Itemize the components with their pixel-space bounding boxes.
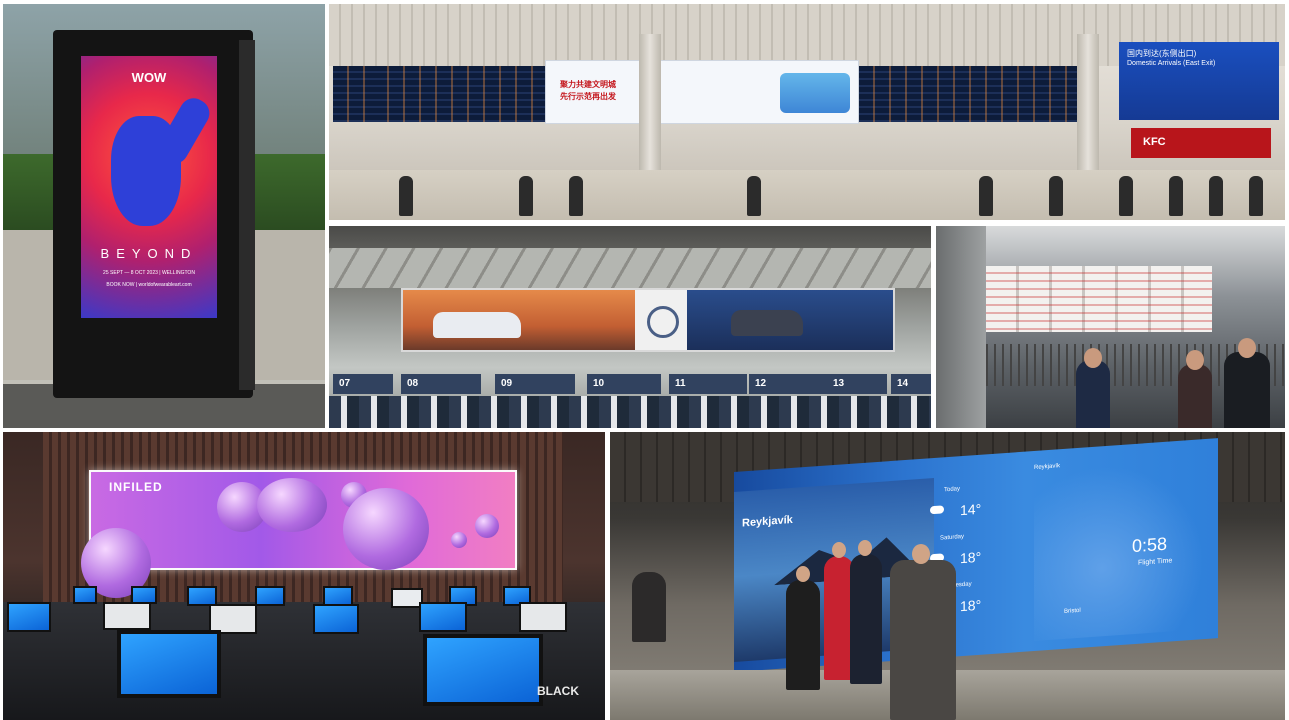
person	[890, 560, 956, 720]
map-destination-label: Bristol	[1064, 607, 1081, 615]
bus-shelter-photo: WOW BEYOND 25 SEPT — 8 OCT 2023 | WELLIN…	[3, 4, 325, 428]
monitor	[73, 586, 97, 604]
flight-board	[373, 66, 545, 122]
counter-sign: 12	[749, 374, 827, 394]
person-head	[858, 540, 872, 556]
person	[1169, 176, 1183, 216]
led-video-wall: INFILED	[81, 470, 517, 598]
forecast-day-2: Saturday	[940, 533, 965, 542]
banner-city-illustration	[780, 73, 850, 113]
flight-board	[859, 66, 1079, 122]
monitor	[187, 586, 217, 606]
counter-sign: 10	[587, 374, 661, 394]
roof-truss	[329, 248, 931, 288]
counter-sign: 07	[333, 374, 393, 394]
person-head	[1084, 348, 1102, 368]
person-head	[1186, 350, 1204, 370]
poster-brand: WOW	[131, 70, 167, 85]
kfc-sign: KFC	[1143, 136, 1166, 148]
information-board	[986, 266, 1212, 332]
monitor	[323, 586, 353, 606]
person	[850, 554, 882, 684]
monitor	[313, 604, 359, 634]
banner-line-2: 先行示范再出发	[560, 92, 616, 101]
person-head	[796, 566, 810, 582]
arrivals-sign-cn: 国内到达(东侧出口)	[1127, 49, 1197, 58]
car-white	[433, 312, 521, 338]
arrivals-sign: 国内到达(东侧出口) Domestic Arrivals (East Exit)	[1119, 42, 1279, 120]
control-room-photo: INFILED BLACK	[3, 432, 605, 720]
sphere-graphic	[343, 488, 429, 570]
civic-banner: 聚力共建文明城 先行示范再出发	[545, 60, 859, 124]
person	[1209, 176, 1223, 216]
person	[786, 580, 820, 690]
flight-board	[333, 66, 373, 122]
map-graphic	[1034, 459, 1204, 642]
poster-dates: 25 SEPT — 8 OCT 2023 | WELLINGTON	[103, 270, 195, 276]
video-wall-logo: INFILED	[109, 480, 163, 494]
digital-poster: WOW BEYOND 25 SEPT — 8 OCT 2023 | WELLIN…	[81, 56, 217, 318]
sphere-graphic	[475, 514, 499, 538]
kfc-storefront: KFC	[1131, 128, 1271, 158]
counter-sign: 14	[891, 374, 931, 394]
person	[1249, 176, 1263, 216]
sphere-graphic	[451, 532, 467, 548]
ad-right-panel	[687, 290, 893, 350]
arrivals-sign-en: Domestic Arrivals (East Exit)	[1127, 60, 1216, 67]
person	[1224, 352, 1270, 428]
floor	[329, 170, 1285, 220]
person	[1049, 176, 1063, 216]
person-head	[832, 542, 846, 558]
ad-left-panel	[403, 290, 635, 350]
crowd	[329, 396, 931, 428]
person	[399, 176, 413, 216]
station-board-photo	[936, 226, 1285, 428]
counter-sign: 13	[827, 374, 887, 394]
airport-arrivals-photo: 聚力共建文明城 先行示范再出发 国内到达(东侧出口) Domestic Arri…	[329, 4, 1285, 220]
person	[569, 176, 583, 216]
chair-brand-label: BLACK	[537, 684, 579, 698]
monitor	[419, 602, 467, 632]
person	[1178, 364, 1212, 428]
person-head	[1238, 338, 1256, 358]
forecast-temp-2: 18°	[960, 548, 982, 567]
person	[519, 176, 533, 216]
person	[1119, 176, 1133, 216]
column	[936, 226, 986, 428]
car-brand-logo	[647, 306, 679, 338]
monitor	[103, 602, 151, 630]
counter-sign: 11	[669, 374, 747, 394]
counter-sign: 08	[401, 374, 481, 394]
airport-video-wall-photo: Reykjavík Today 14° Saturday 18° Wednesd…	[610, 432, 1285, 720]
forecast-temp-3: 18°	[960, 596, 982, 615]
flight-time-value: 0:58	[1132, 533, 1168, 557]
forecast-temp-1: 14°	[960, 500, 982, 519]
car-dark	[731, 310, 803, 336]
person	[979, 176, 993, 216]
sphere-graphic	[257, 478, 327, 532]
person-head	[912, 544, 930, 564]
ad-logo-panel	[635, 290, 687, 350]
forecast-day-1: Today	[944, 486, 961, 494]
car-advertisement	[401, 288, 895, 352]
poster-cta: BOOK NOW | worldofwearableart.com	[106, 282, 192, 288]
cloud-icon	[930, 505, 944, 515]
counter-sign: 09	[495, 374, 575, 394]
checkin-hall-photo: 07 08 09 10 11 12 13 14	[329, 226, 931, 428]
monitor	[423, 634, 543, 706]
monitor	[255, 586, 285, 606]
person	[747, 176, 761, 216]
monitor	[117, 630, 221, 698]
person	[1076, 360, 1110, 428]
poster-cabinet-side	[239, 40, 255, 390]
person	[632, 572, 666, 642]
monitor	[519, 602, 567, 632]
banner-line-1: 聚力共建文明城	[560, 80, 616, 89]
monitor	[7, 602, 51, 632]
poster-headline: BEYOND	[100, 246, 198, 261]
